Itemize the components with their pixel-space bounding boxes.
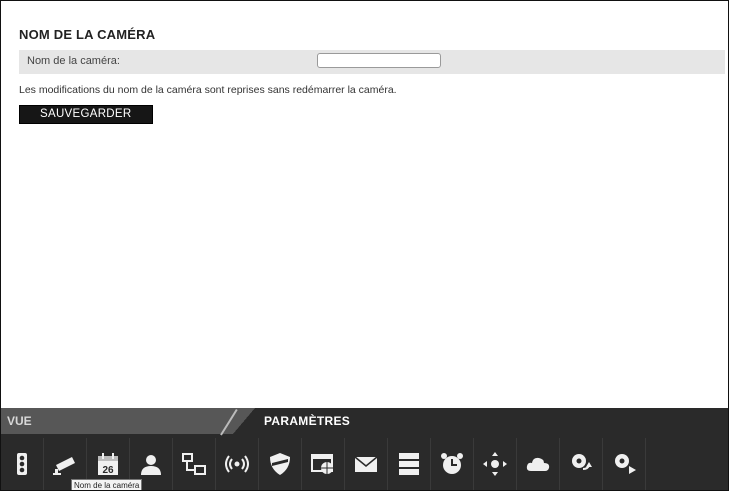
gear-arrow-icon[interactable]	[603, 438, 646, 490]
traffic-light-icon[interactable]	[1, 438, 44, 490]
alarm-clock-icon[interactable]	[431, 438, 474, 490]
calendar-day: 26	[102, 465, 114, 476]
tab-vue-label: VUE	[7, 414, 32, 428]
save-button[interactable]: SAUVEGARDER	[19, 105, 153, 124]
wireless-icon[interactable]	[216, 438, 259, 490]
tab-bar: VUE PARAMÈTRES	[1, 408, 728, 436]
ptz-icon[interactable]	[474, 438, 517, 490]
shield-icon[interactable]	[259, 438, 302, 490]
tooltip: Nom de la caméra	[71, 479, 143, 490]
cloud-icon[interactable]	[517, 438, 560, 490]
gear-refresh-icon[interactable]	[560, 438, 603, 490]
bottom-bar: VUE PARAMÈTRES 26 Nom de la caméra	[1, 408, 728, 490]
camera-name-row: Nom de la caméra:	[19, 50, 725, 74]
tab-parametres[interactable]: PARAMÈTRES	[264, 414, 350, 428]
info-note: Les modifications du nom de la caméra so…	[19, 84, 397, 96]
main-content: NOM DE LA CAMÉRA Nom de la caméra: Les m…	[19, 27, 725, 124]
mail-icon[interactable]	[345, 438, 388, 490]
server-icon[interactable]	[388, 438, 431, 490]
camera-name-input[interactable]	[317, 53, 441, 68]
app-frame: NOM DE LA CAMÉRA Nom de la caméra: Les m…	[0, 0, 729, 491]
web-icon[interactable]	[302, 438, 345, 490]
camera-name-label: Nom de la caméra:	[27, 55, 120, 67]
page-title: NOM DE LA CAMÉRA	[19, 27, 156, 42]
network-icon[interactable]	[173, 438, 216, 490]
tab-vue[interactable]: VUE	[1, 408, 247, 434]
